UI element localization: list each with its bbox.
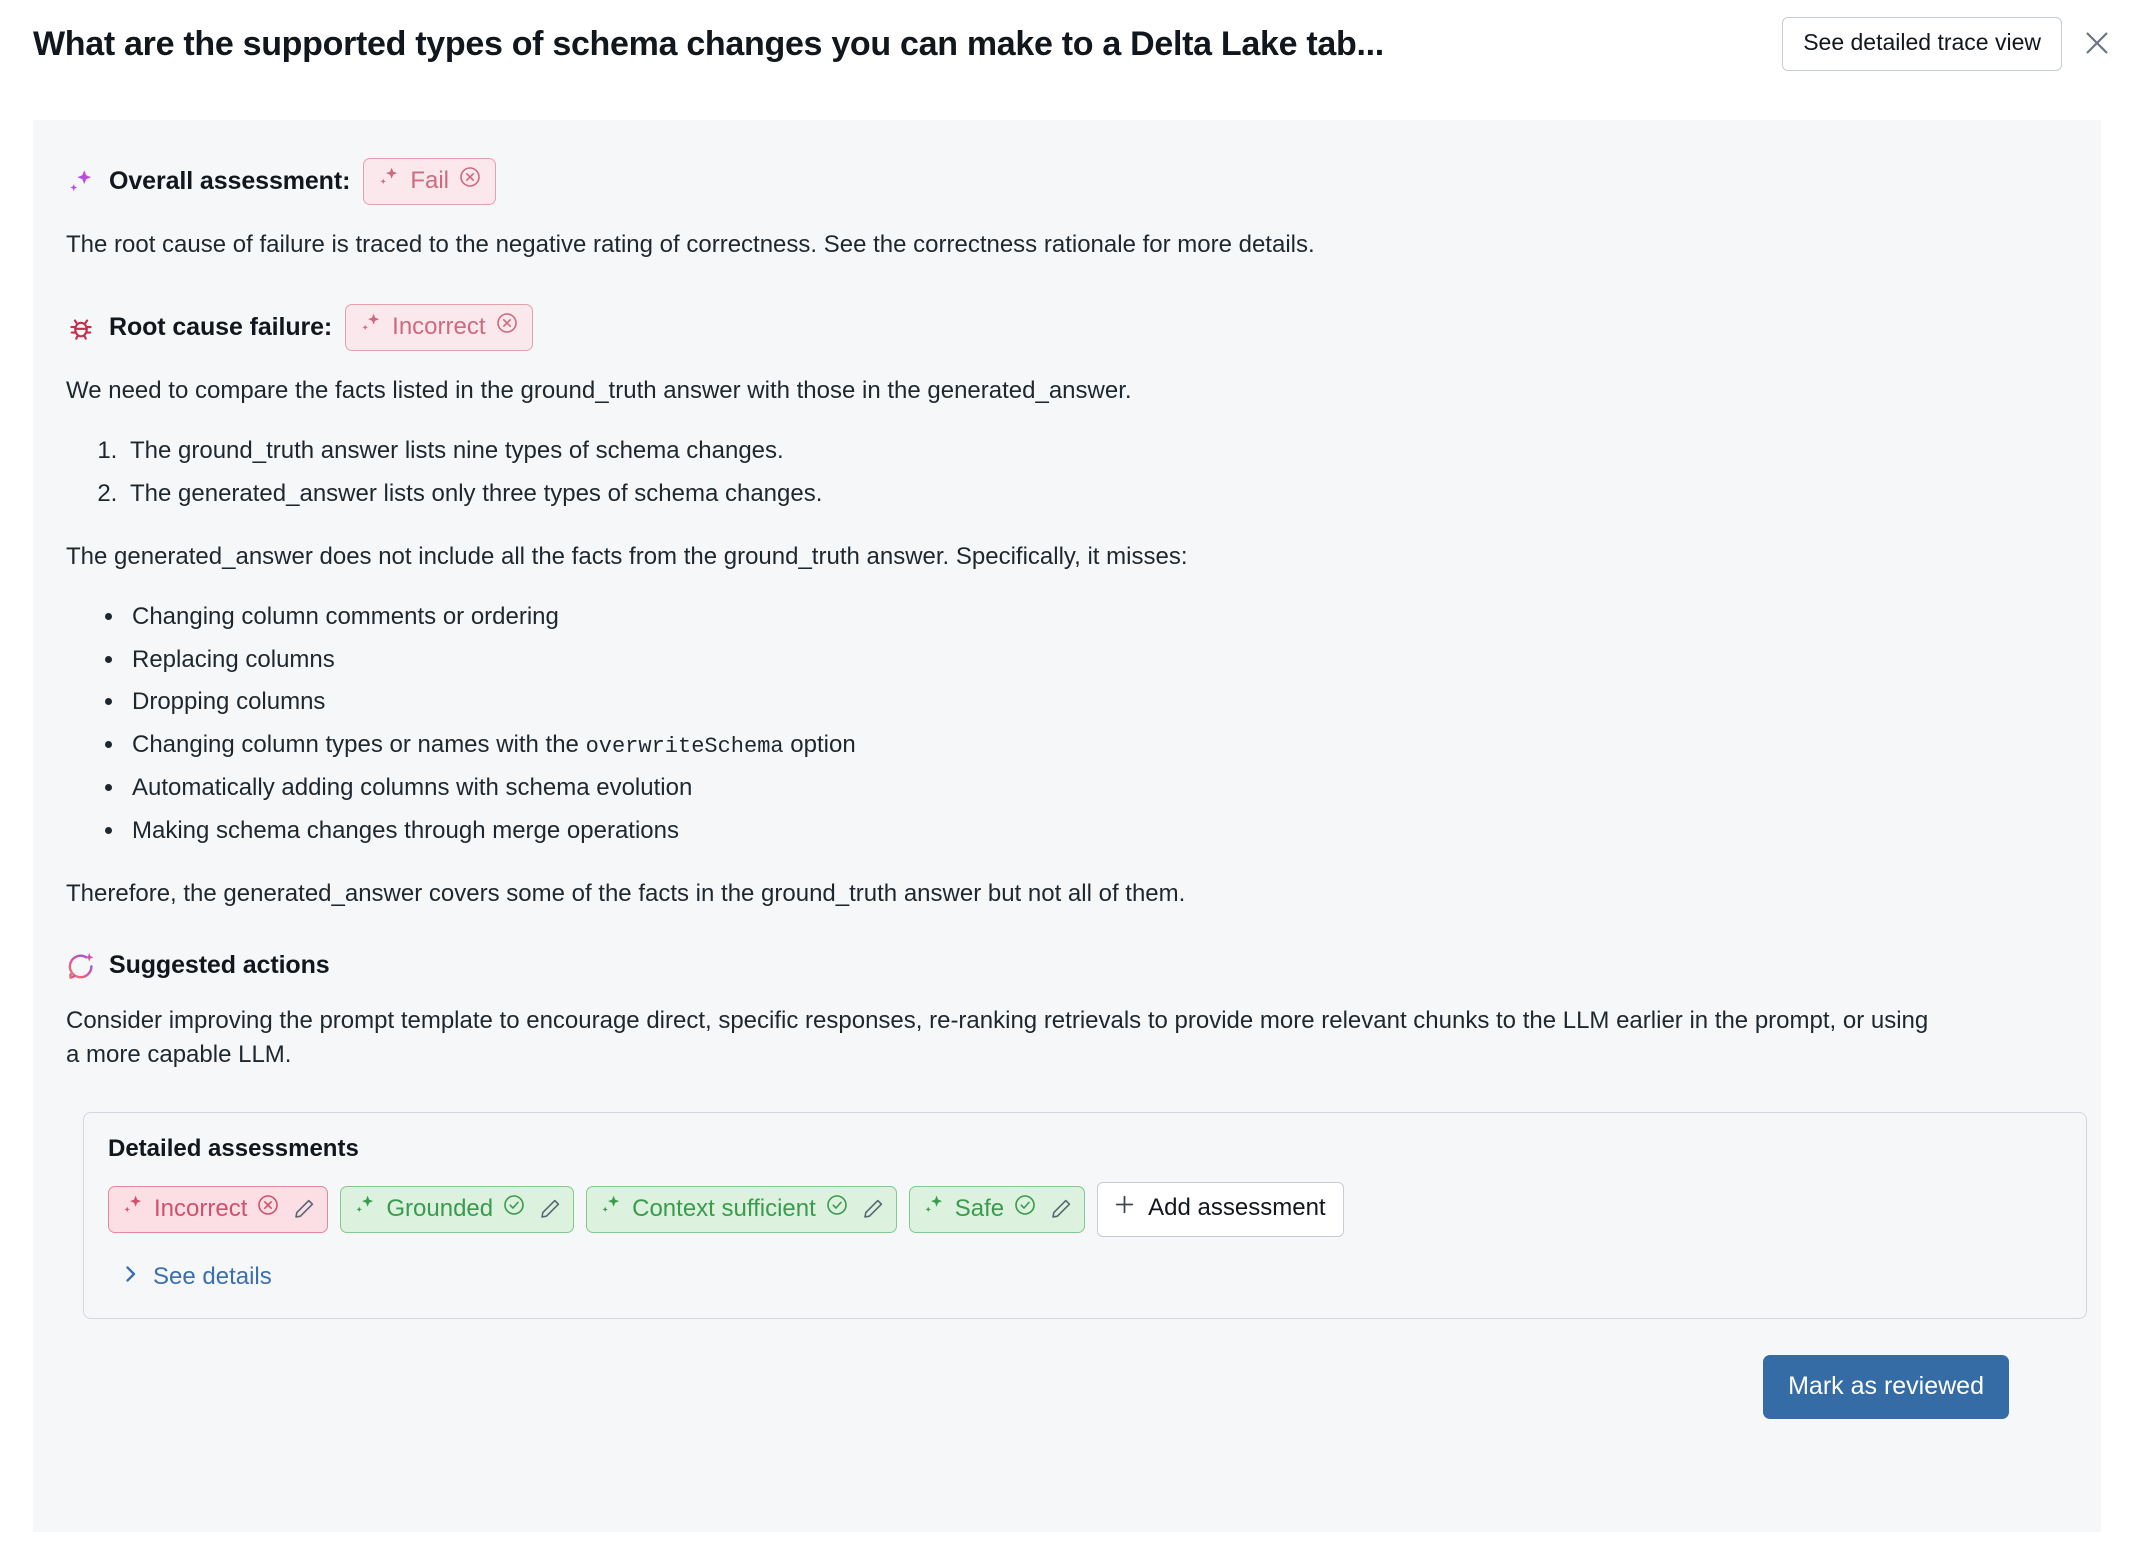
pencil-icon[interactable]: [538, 1197, 562, 1221]
panel-footer: Mark as reviewed: [66, 1319, 2055, 1419]
assessment-chip-label: Grounded: [386, 1194, 494, 1222]
list-item-text: Changing column comments or ordering: [132, 602, 559, 630]
page-title: What are the supported types of schema c…: [33, 24, 1384, 63]
assessment-chip-row: Incorrect Grounded Context sufficient Sa…: [108, 1181, 2062, 1237]
misses-intro: The generated_answer does not include al…: [66, 542, 1188, 570]
pencil-icon[interactable]: [292, 1197, 316, 1221]
assessment-chip-incorrect[interactable]: Incorrect: [108, 1185, 329, 1233]
sparkle-icon: [922, 1193, 946, 1225]
root-cause-label: Root cause failure:: [109, 313, 333, 342]
root-cause-numbered-list: The ground_truth answer lists nine types…: [66, 434, 2055, 512]
sparkle-icon: [66, 167, 96, 197]
root-cause-badge-text: Incorrect: [392, 313, 486, 341]
check-circle-icon: [1013, 1193, 1037, 1225]
list-item-text: Automatically adding columns with schema…: [132, 774, 693, 802]
sparkle-icon: [599, 1193, 623, 1225]
root-cause-conclusion: Therefore, the generated_answer covers s…: [66, 879, 1186, 907]
header-actions: See detailed trace view: [1782, 17, 2114, 71]
root-cause-intro: We need to compare the facts listed in t…: [66, 377, 1132, 405]
add-assessment-label: Add assessment: [1148, 1194, 1326, 1222]
plus-icon: [1112, 1192, 1137, 1225]
sparkle-icon: [377, 165, 401, 197]
mark-as-reviewed-button[interactable]: Mark as reviewed: [1763, 1354, 2009, 1419]
pencil-icon[interactable]: [1049, 1197, 1073, 1221]
overall-status-text: Fail: [410, 167, 449, 194]
list-item: Dropping columns: [126, 685, 2055, 720]
detailed-assessments-title: Detailed assessments: [108, 1134, 359, 1162]
close-button[interactable]: [2080, 27, 2114, 61]
dialog-header: What are the supported types of schema c…: [0, 0, 2134, 88]
chevron-right-icon: [122, 1263, 140, 1292]
see-details-label: See details: [153, 1263, 272, 1291]
x-circle-icon: [495, 311, 519, 343]
sparkle-icon: [121, 1193, 145, 1225]
list-item-text: Dropping columns: [132, 688, 326, 716]
list-item: Changing column types or names with the …: [126, 728, 2055, 763]
overall-status-badge[interactable]: Fail: [363, 158, 496, 205]
x-circle-icon: [458, 165, 482, 197]
overall-assessment-label: Overall assessment:: [109, 167, 351, 195]
root-cause-badge[interactable]: Incorrect: [345, 304, 533, 352]
check-circle-icon: [825, 1193, 849, 1225]
assessment-chip-label: Context sufficient: [632, 1194, 816, 1222]
suggested-actions-heading: Suggested actions: [66, 951, 2055, 981]
list-item-text: Replacing columns: [132, 645, 335, 673]
assessment-chip-label: Incorrect: [154, 1194, 248, 1222]
sparkle-icon: [359, 311, 383, 343]
list-item: Replacing columns: [126, 643, 2055, 678]
chat-sparkle-icon: [66, 951, 96, 981]
assessment-chip-context-sufficient[interactable]: Context sufficient: [586, 1185, 897, 1233]
assessment-chip-safe[interactable]: Safe: [908, 1185, 1086, 1233]
list-item-text: Making schema changes through merge oper…: [132, 816, 679, 844]
check-circle-icon: [502, 1193, 526, 1225]
bug-icon: [66, 313, 96, 343]
root-cause-heading: Root cause failure: Incorrect: [66, 304, 2055, 352]
close-icon: [2082, 28, 2112, 61]
assessment-chip-label: Safe: [954, 1194, 1005, 1222]
assessment-panel: Overall assessment: Fail The root cause …: [33, 120, 2101, 1532]
assessment-chip-grounded[interactable]: Grounded: [340, 1185, 575, 1233]
overall-assessment-heading: Overall assessment: Fail: [66, 158, 2055, 205]
list-item-text: Changing column types or names with the: [132, 731, 586, 759]
overall-assessment-description: The root cause of failure is traced to t…: [66, 231, 1315, 258]
pencil-icon[interactable]: [861, 1197, 885, 1221]
list-item-text-suffix: option: [783, 731, 856, 759]
list-item: The generated_answer lists only three ty…: [124, 477, 2055, 512]
list-item: Automatically adding columns with schema…: [126, 771, 2055, 806]
see-details-toggle[interactable]: See details: [122, 1263, 272, 1292]
see-detailed-trace-view-button[interactable]: See detailed trace view: [1782, 17, 2062, 71]
suggested-actions-label: Suggested actions: [109, 951, 330, 980]
x-circle-icon: [256, 1193, 280, 1225]
add-assessment-button[interactable]: Add assessment: [1097, 1181, 1344, 1237]
list-item: Changing column comments or ordering: [126, 600, 2055, 635]
suggested-actions-text: Consider improving the prompt template t…: [66, 1006, 1929, 1068]
detailed-assessments-box: Detailed assessments Incorrect Grounded …: [83, 1111, 2087, 1319]
missed-facts-list: Changing column comments or ordering Rep…: [66, 600, 2055, 849]
list-item: The ground_truth answer lists nine types…: [124, 434, 2055, 469]
sparkle-icon: [353, 1193, 377, 1225]
list-item: Making schema changes through merge oper…: [126, 814, 2055, 849]
code-token: overwriteSchema: [585, 734, 784, 760]
